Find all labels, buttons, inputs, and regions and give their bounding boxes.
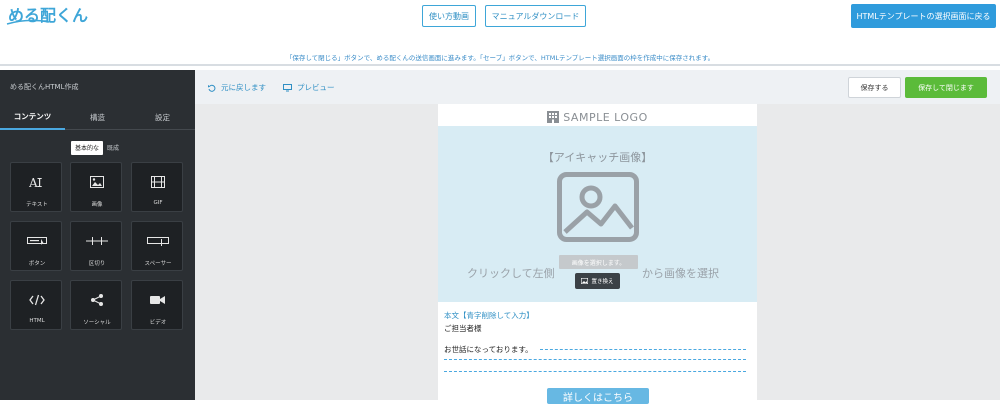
- placeholder-dash-line: [540, 349, 746, 350]
- block-image[interactable]: 画像: [70, 162, 122, 212]
- text-icon: A: [11, 174, 63, 190]
- block-button[interactable]: ボタン: [10, 221, 62, 271]
- block-text-label: テキスト: [26, 202, 48, 208]
- select-image-button[interactable]: 画像を選択します。: [559, 255, 638, 269]
- undo-button[interactable]: 元に戻します: [208, 82, 266, 93]
- building-icon: [547, 111, 560, 123]
- undo-icon: [208, 84, 216, 92]
- image-icon: [581, 278, 589, 284]
- block-video-label: ビデオ: [149, 320, 167, 326]
- block-type-toggle: 基本的な 既成: [71, 141, 123, 155]
- block-html[interactable]: HTML: [10, 280, 62, 330]
- spacer-icon: [132, 233, 184, 249]
- eyecatch-hint-left: クリックして左側: [467, 267, 555, 280]
- block-button-label: ボタン: [28, 261, 46, 267]
- video-icon: [132, 292, 184, 308]
- sample-logo-text: SAMPLE LOGO: [563, 110, 648, 124]
- tab-structure[interactable]: 構造: [65, 104, 130, 130]
- block-gif-label: GIF: [153, 200, 163, 206]
- image-placeholder-icon: [557, 172, 639, 242]
- intro-text[interactable]: お世話になっております。: [444, 344, 533, 355]
- cta-button[interactable]: 詳しくはこちら: [547, 388, 649, 404]
- sidebar-tabs: コンテンツ 構造 設定: [0, 104, 195, 130]
- block-html-label: HTML: [29, 318, 45, 324]
- block-spacer[interactable]: スペーサー: [131, 221, 183, 271]
- manual-download-button[interactable]: マニュアルダウンロード: [485, 5, 586, 27]
- block-divider[interactable]: 区切り: [70, 221, 122, 271]
- how-to-video-button[interactable]: 使い方動画: [422, 5, 476, 27]
- monitor-icon: [283, 83, 292, 91]
- back-to-template-select-button[interactable]: HTMLテンプレートの選択画面に戻る: [851, 4, 996, 28]
- preview-label: プレビュー: [297, 83, 335, 92]
- svg-text:A: A: [29, 176, 38, 189]
- logo-swoosh-icon: [6, 19, 50, 25]
- block-social-label: ソーシャル: [83, 320, 111, 326]
- gif-film-icon: [132, 174, 184, 190]
- block-gif[interactable]: GIF: [131, 162, 183, 212]
- toggle-composite[interactable]: 既成: [103, 141, 123, 155]
- block-spacer-label: スペーサー: [144, 261, 172, 267]
- greeting-text[interactable]: ご担当者様: [444, 323, 482, 334]
- block-divider-label: 区切り: [88, 261, 106, 267]
- eyecatch-title: 【アイキャッチ画像】: [542, 151, 653, 164]
- share-icon: [71, 292, 123, 308]
- divider-icon: [71, 233, 123, 249]
- save-and-close-button[interactable]: 保存して閉じます: [905, 77, 987, 98]
- block-video[interactable]: ビデオ: [131, 280, 183, 330]
- placeholder-dash-line: [444, 371, 746, 372]
- replace-image-button[interactable]: 置き換え: [575, 273, 620, 289]
- body-text-label: 本文【青字削除して入力】: [444, 311, 534, 320]
- undo-label: 元に戻します: [221, 83, 266, 92]
- eyecatch-hint-right: から画像を選択: [642, 267, 719, 280]
- header-divider: [0, 64, 1000, 66]
- block-social[interactable]: ソーシャル: [70, 280, 122, 330]
- preview-button[interactable]: プレビュー: [283, 82, 335, 93]
- replace-image-label: 置き換え: [591, 279, 614, 285]
- top-header: める配くん 使い方動画 マニュアルダウンロード HTMLテンプレートの選択画面に…: [0, 0, 1000, 66]
- tab-settings[interactable]: 設定: [130, 104, 195, 130]
- code-icon: [11, 292, 63, 308]
- block-image-label: 画像: [91, 202, 103, 208]
- image-icon: [71, 174, 123, 190]
- app-logo[interactable]: める配くん: [6, 2, 88, 26]
- save-button[interactable]: 保存する: [848, 77, 901, 98]
- button-icon: [11, 233, 63, 249]
- placeholder-dash-line: [444, 359, 746, 360]
- save-notice: 「保存して閉じる」ボタンで、める配くんの送信画面に進みます。「セーブ」ボタンで、…: [285, 54, 715, 62]
- block-text[interactable]: A テキスト: [10, 162, 62, 212]
- toggle-basic[interactable]: 基本的な: [71, 141, 104, 155]
- sidebar: める配くんHTML作成 コンテンツ 構造 設定 基本的な 既成 A テキスト 画…: [0, 70, 195, 400]
- tab-contents[interactable]: コンテンツ: [0, 104, 65, 130]
- sidebar-title: める配くんHTML作成: [10, 83, 79, 91]
- sample-logo[interactable]: SAMPLE LOGO: [438, 109, 757, 125]
